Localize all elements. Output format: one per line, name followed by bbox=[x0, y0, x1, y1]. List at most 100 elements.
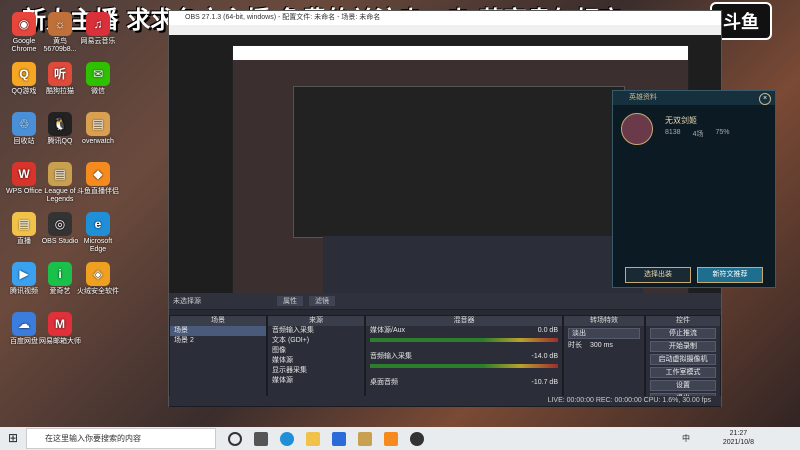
app-icon: ◈ bbox=[86, 262, 110, 286]
app-icon: ✉ bbox=[86, 62, 110, 86]
duration-row: 时长 300 ms bbox=[564, 341, 644, 351]
desktop-icon[interactable]: e Microsoft Edge bbox=[76, 212, 120, 254]
mixer-channel-level: -10.7 dB bbox=[531, 379, 558, 386]
app-icon: e bbox=[86, 212, 110, 236]
file-explorer-icon[interactable] bbox=[306, 431, 320, 446]
windows-start-icon[interactable]: ⊞ bbox=[8, 432, 20, 444]
source-item[interactable]: 图像 bbox=[268, 346, 364, 356]
app-icon: M bbox=[48, 312, 72, 336]
virtual-camera-button[interactable]: 启动虚拟摄像机 bbox=[650, 354, 716, 365]
sources-dock: 来源 音频输入采集 文本 (GDI+) 图像 媒体源 显示器采集 媒体源 bbox=[267, 315, 365, 407]
mixer-channel-name: 音频输入采集 bbox=[370, 353, 412, 360]
controls-header: 控件 bbox=[646, 316, 720, 326]
mixer-channel-name: 桌面音频 bbox=[370, 379, 398, 386]
ime-indicator[interactable]: 中 bbox=[682, 433, 690, 444]
filters-button[interactable]: 滤镜 bbox=[309, 296, 335, 306]
obs-taskbar-icon[interactable] bbox=[410, 431, 424, 446]
app-icon: ♲ bbox=[12, 112, 36, 136]
desktop-icon-label: Microsoft Edge bbox=[83, 238, 113, 253]
volume-meter[interactable] bbox=[370, 364, 558, 368]
app-icon: 听 bbox=[48, 62, 72, 86]
settings-button[interactable]: 设置 bbox=[650, 380, 716, 391]
duration-input[interactable]: 300 ms bbox=[590, 342, 613, 349]
clock-time: 21:27 bbox=[729, 430, 748, 437]
champion-panel-header: 英雄资料 bbox=[613, 91, 775, 105]
desktop-icon-label: 网易云音乐 bbox=[80, 38, 116, 45]
desktop-icon-label: 火绒安全软件 bbox=[77, 288, 119, 295]
mixer-dock: 混音器 媒体源/Aux 0.0 dB 音频输入采集 -14.0 dB 桌面音频 … bbox=[365, 315, 563, 407]
app-icon: ▤ bbox=[12, 212, 36, 236]
source-item[interactable]: 媒体源 bbox=[268, 376, 364, 386]
source-item[interactable]: 媒体源 bbox=[268, 356, 364, 366]
obs-dock-area: 未选择源 属性 滤镜 场景 场景 场景 2 来源 音频输入采集 文本 (GDI+… bbox=[169, 293, 721, 407]
close-icon[interactable]: × bbox=[759, 93, 771, 105]
obs-title-bar: OBS 27.1.3 (64-bit, windows) - 配置文件: 未命名… bbox=[169, 11, 721, 25]
obs-menu-bar bbox=[169, 25, 721, 35]
edge-taskbar-icon[interactable] bbox=[280, 431, 294, 446]
champion-stats: 8138 4场 75% bbox=[665, 129, 730, 139]
games-total: 8138 bbox=[665, 129, 681, 136]
mixer-header: 混音器 bbox=[366, 316, 562, 326]
lol-taskbar-icon[interactable] bbox=[358, 431, 372, 446]
no-source-label: 未选择源 bbox=[173, 298, 201, 305]
studio-mode-button[interactable]: 工作室模式 bbox=[650, 367, 716, 378]
cortana-icon[interactable] bbox=[228, 431, 242, 446]
source-item[interactable]: 音频输入采集 bbox=[268, 326, 364, 336]
desktop-icon-label: 斗鱼直播伴侣 bbox=[77, 188, 119, 195]
task-view-icon[interactable] bbox=[254, 431, 268, 446]
stop-streaming-button[interactable]: 停止推流 bbox=[650, 328, 716, 339]
desktop-icon[interactable]: ◈ 火绒安全软件 bbox=[76, 262, 120, 296]
volume-meter[interactable] bbox=[370, 338, 558, 342]
new-runes-button[interactable]: 新符文推荐 bbox=[697, 267, 763, 283]
obs-status-bar: LIVE: 00:00:00 REC: 00:00:00 CPU: 1.6%, … bbox=[169, 396, 721, 406]
douyu-taskbar-icon[interactable] bbox=[384, 431, 398, 446]
desktop-icon-label: 微信 bbox=[91, 88, 105, 95]
nested-obs-docks bbox=[323, 236, 643, 293]
app-icon: ◎ bbox=[48, 212, 72, 236]
champion-info-panel: 英雄资料 × 无双剑姬 8138 4场 75% 选择出装 新符文推荐 bbox=[612, 90, 776, 288]
app-icon: Q bbox=[12, 62, 36, 86]
duration-label: 时长 bbox=[568, 342, 582, 349]
mixer-channel: 桌面音频 -10.7 dB bbox=[366, 378, 562, 388]
desktop-icon[interactable]: ▤ overwatch bbox=[76, 112, 120, 146]
store-icon[interactable] bbox=[332, 431, 346, 446]
scene-item[interactable]: 场景 bbox=[170, 326, 266, 336]
taskbar-clock[interactable]: 21:27 2021/10/8 bbox=[723, 429, 754, 447]
app-icon: i bbox=[48, 262, 72, 286]
properties-button[interactable]: 属性 bbox=[277, 296, 303, 306]
scenes-header: 场景 bbox=[170, 316, 266, 326]
start-recording-button[interactable]: 开始录制 bbox=[650, 341, 716, 352]
taskbar-search-input[interactable]: 在这里输入你要搜索的内容 bbox=[26, 428, 216, 449]
app-icon: ▶ bbox=[12, 262, 36, 286]
app-icon: ▤ bbox=[48, 162, 72, 186]
desktop-icon[interactable]: ♫ 网易云音乐 bbox=[76, 12, 120, 46]
desktop-icon[interactable]: ◆ 斗鱼直播伴侣 bbox=[76, 162, 120, 196]
transition-select[interactable]: 淡出 bbox=[568, 328, 640, 339]
app-icon: ◆ bbox=[86, 162, 110, 186]
desktop-icon[interactable]: M 网易邮箱大师 bbox=[38, 312, 82, 346]
controls-dock: 控件 停止推流 开始录制 启动虚拟摄像机 工作室模式 设置 退出 bbox=[645, 315, 721, 407]
desktop-icon[interactable]: ✉ 微信 bbox=[76, 62, 120, 96]
app-icon: ☁ bbox=[12, 312, 36, 336]
app-icon: ♫ bbox=[86, 12, 110, 36]
app-icon: W bbox=[12, 162, 36, 186]
clock-date: 2021/10/8 bbox=[722, 439, 754, 446]
source-item[interactable]: 文本 (GDI+) bbox=[268, 336, 364, 346]
source-toolbar: 未选择源 属性 滤镜 bbox=[169, 293, 721, 310]
app-icon: ◉ bbox=[12, 12, 36, 36]
desktop-icon-label: overwatch bbox=[82, 138, 114, 145]
app-icon: 🐧 bbox=[48, 112, 72, 136]
select-build-button[interactable]: 选择出装 bbox=[625, 267, 691, 283]
mixer-channel: 音频输入采集 -14.0 dB bbox=[366, 352, 562, 362]
mixer-channel-name: 媒体源/Aux bbox=[370, 327, 406, 334]
win-rate: 75% bbox=[715, 129, 730, 136]
mixer-channel: 媒体源/Aux 0.0 dB bbox=[366, 326, 562, 336]
transitions-header: 转场特效 bbox=[564, 316, 644, 326]
source-item[interactable]: 显示器采集 bbox=[268, 366, 364, 376]
scenes-dock: 场景 场景 场景 2 bbox=[169, 315, 267, 407]
app-icon: ▤ bbox=[86, 112, 110, 136]
taskbar: ⊞ 在这里输入你要搜索的内容 中 21:27 2021/10/8 bbox=[0, 427, 800, 450]
champion-avatar bbox=[621, 113, 653, 145]
scene-item[interactable]: 场景 2 bbox=[170, 336, 266, 346]
games-count: 4场 bbox=[692, 131, 704, 138]
